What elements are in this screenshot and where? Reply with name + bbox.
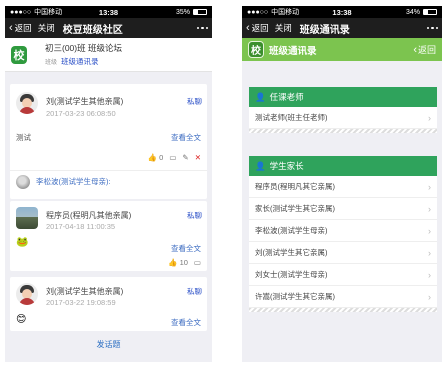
more-menu-icon[interactable]	[426, 26, 438, 30]
page-title: 校豆班级社区	[62, 24, 123, 36]
close-button[interactable]: 关闭	[38, 22, 55, 34]
nav-bar: ‹ 返回 关闭 校豆班级社区	[5, 18, 212, 38]
chevron-right-icon: ›	[428, 291, 431, 302]
delete-icon[interactable]: ✕	[195, 153, 201, 162]
chevron-left-icon: ‹	[9, 21, 13, 34]
back-button[interactable]: ‹ 返回	[246, 22, 269, 34]
new-topic-button[interactable]: 发话题	[5, 339, 212, 350]
close-button[interactable]: 关闭	[275, 22, 292, 34]
chevron-left-icon: ‹	[246, 21, 250, 34]
parents-section: 👤 学生家长 程序员(程明凡其它亲属) › 家长(测试学生其它亲属) › 李松波(测试学…	[249, 156, 437, 312]
back-label: 返回	[251, 23, 269, 33]
private-chat-button[interactable]: 私聊	[187, 286, 202, 297]
comment-row: 李松波(测试学生母亲):	[10, 170, 207, 192]
post-card[interactable]: 刘(测试学生其他亲属) 2017-03-22 19:08:59 私聊 😊 查看全…	[10, 277, 207, 331]
contact-name: 刘(测试学生其它亲属)	[255, 248, 328, 257]
back-label: 返回	[14, 23, 32, 33]
user-icon: 👤	[255, 160, 266, 171]
roster-screen: ●●●○○ 中国移动 13:38 34% ‹ 返回 关闭 班级通讯录 校 班级通…	[242, 6, 442, 362]
contact-row[interactable]: 测试老师(班主任老师) ›	[249, 107, 437, 129]
like-button[interactable]: 👍 10	[168, 258, 188, 267]
battery-icon	[423, 9, 437, 15]
read-more-link[interactable]: 查看全文	[171, 317, 201, 328]
like-count: 10	[179, 257, 188, 267]
contact-name: 许嵩(测试学生其它亲属)	[255, 292, 335, 301]
chevron-right-icon: ›	[428, 225, 431, 236]
commenter-name[interactable]: 李松波(测试学生母亲):	[36, 176, 111, 187]
roster-header: 校 班级通讯录 ‹ 返回	[242, 38, 442, 61]
contact-row[interactable]: 李松波(测试学生母亲) ›	[249, 220, 437, 242]
post-card[interactable]: 程序员(程明凡其他亲属) 2017-04-18 11:00:35 私聊 🐸 查看…	[10, 201, 207, 271]
contact-name: 刘女士(测试学生母亲)	[255, 270, 328, 279]
page-title: 班级通讯录	[299, 24, 350, 36]
nav-bar: ‹ 返回 关闭 班级通讯录	[242, 18, 442, 38]
read-more-link[interactable]: 查看全文	[171, 132, 201, 143]
contact-name: 测试老师(班主任老师)	[255, 113, 328, 122]
contact-row[interactable]: 刘女士(测试学生母亲) ›	[249, 264, 437, 286]
emoji-sticker-icon: 🐸	[16, 237, 29, 248]
edit-icon[interactable]: ✎	[182, 153, 188, 162]
contact-row[interactable]: 许嵩(测试学生其它亲属) ›	[249, 286, 437, 308]
roster-back-label: 返回	[417, 45, 436, 55]
post-date: 2017-04-18 11:00:35	[46, 222, 116, 231]
parents-heading: 👤 学生家长	[249, 156, 437, 176]
section-title: 任课老师	[269, 92, 304, 102]
clock: 13:38	[332, 7, 352, 17]
author-name[interactable]: 程序员(程明凡其他亲属)	[46, 210, 131, 221]
divider	[249, 129, 437, 133]
private-chat-button[interactable]: 私聊	[187, 96, 202, 107]
section-title: 学生家长	[269, 161, 304, 171]
status-bar: ●●●○○ 中国移动 13:38 35%	[5, 6, 212, 18]
contact-name: 程序员(程明凡其它亲属)	[255, 182, 335, 191]
school-logo: 校	[248, 41, 264, 58]
chevron-right-icon: ›	[428, 269, 431, 280]
chevron-right-icon: ›	[428, 181, 431, 192]
thumbs-up-icon: 👍	[168, 257, 178, 267]
chevron-left-icon: ‹	[413, 43, 417, 56]
teachers-section: 👤 任课老师 测试老师(班主任老师) ›	[249, 87, 437, 133]
clock: 13:38	[98, 7, 119, 17]
school-logo: 校	[11, 45, 27, 64]
contact-row[interactable]: 刘(测试学生其它亲属) ›	[249, 242, 437, 264]
roster-link[interactable]: 班级通讯录	[61, 56, 99, 67]
contact-name: 家长(测试学生其它亲属)	[255, 204, 335, 213]
contact-row[interactable]: 程序员(程明凡其它亲属) ›	[249, 176, 437, 198]
status-bar: ●●●○○ 中国移动 13:38 34%	[242, 6, 442, 18]
avatar[interactable]	[16, 92, 38, 114]
chevron-right-icon: ›	[428, 203, 431, 214]
battery-icon	[193, 9, 207, 15]
forum-header: 校 初三(00)班 班级论坛 班级 班级通讯录	[5, 38, 212, 72]
divider	[249, 308, 437, 312]
author-name[interactable]: 刘(测试学生其他亲属)	[46, 96, 123, 107]
post-text: 测试	[16, 133, 31, 142]
author-name[interactable]: 刘(测试学生其他亲属)	[46, 286, 123, 297]
post-card[interactable]: 刘(测试学生其他亲属) 2017-03-23 06:08:50 私聊 测试 查看…	[10, 84, 207, 199]
roster-title: 班级通讯录	[269, 45, 317, 57]
chevron-right-icon: ›	[428, 112, 431, 123]
comment-icon[interactable]: ▭	[169, 153, 176, 162]
roster-back-button[interactable]: ‹ 返回	[413, 43, 436, 56]
post-date: 2017-03-22 19:08:59	[46, 298, 116, 307]
like-count: 0	[159, 152, 164, 162]
avatar[interactable]	[16, 207, 38, 229]
post-date: 2017-03-23 06:08:50	[46, 109, 116, 118]
forum-name: 初三(00)班 班级论坛	[45, 43, 122, 53]
forum-screen: ●●●○○ 中国移动 13:38 35% ‹ 返回 关闭 校豆班级社区 校 初三…	[5, 6, 212, 362]
chevron-right-icon: ›	[428, 247, 431, 258]
read-more-link[interactable]: 查看全文	[171, 243, 201, 254]
teachers-heading: 👤 任课老师	[249, 87, 437, 107]
private-chat-button[interactable]: 私聊	[187, 210, 202, 221]
contact-row[interactable]: 家长(测试学生其它亲属) ›	[249, 198, 437, 220]
class-sub-label: 班级	[45, 60, 58, 66]
more-menu-icon[interactable]	[196, 26, 208, 30]
back-button[interactable]: ‹ 返回	[9, 22, 32, 34]
avatar[interactable]	[16, 283, 38, 305]
like-button[interactable]: 👍 0	[148, 153, 164, 162]
thumbs-up-icon: 👍	[147, 152, 158, 162]
user-icon: 👤	[255, 91, 266, 102]
contact-name: 李松波(测试学生母亲)	[255, 226, 328, 235]
comment-icon[interactable]: ▭	[194, 258, 201, 267]
smiley-emoji-icon: 😊	[16, 314, 27, 325]
commenter-avatar	[16, 174, 30, 189]
